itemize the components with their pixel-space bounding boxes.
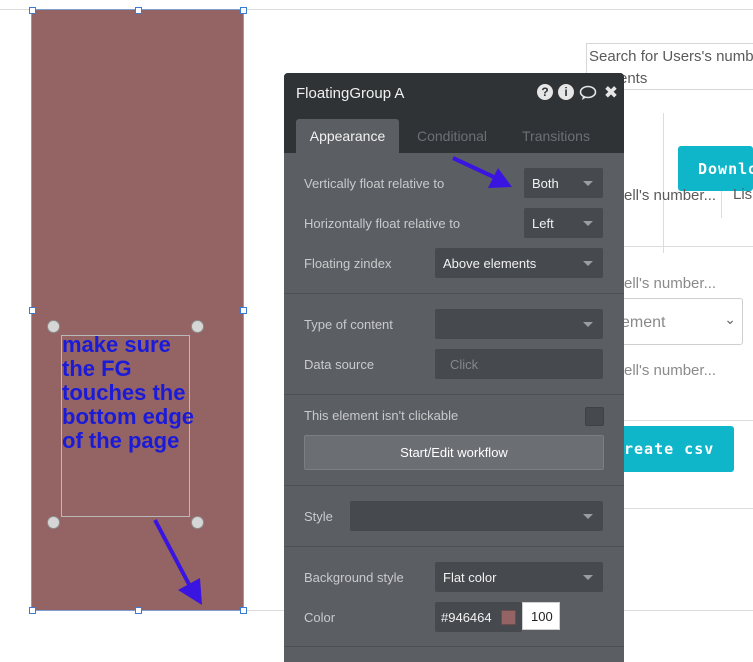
data-source-placeholder: Click — [450, 356, 479, 372]
download-button[interactable]: Downlo — [678, 146, 753, 191]
create-csv-button[interactable]: reate csv — [612, 426, 734, 472]
color-swatch — [500, 609, 516, 625]
horizontal-float-value: Left — [532, 215, 554, 231]
horizontal-float-label: Horizontally float relative to — [304, 216, 461, 231]
not-clickable-label: This element isn't clickable — [304, 408, 459, 423]
opacity-input[interactable]: 100 — [522, 602, 560, 630]
chevron-down-icon — [583, 181, 593, 186]
data-source-label: Data source — [304, 357, 375, 372]
tab-conditional[interactable]: Conditional — [402, 119, 502, 153]
resize-handle[interactable] — [29, 607, 36, 614]
search-text: Search for Users's numb — [589, 48, 753, 65]
style-label: Style — [304, 509, 333, 524]
cell-number-input[interactable]: ell's number... — [624, 275, 716, 292]
start-edit-workflow-button[interactable]: Start/Edit workflow — [304, 435, 604, 470]
arrow-icon — [452, 156, 512, 188]
resize-handle[interactable] — [29, 7, 36, 14]
background-style-value: Flat color — [443, 569, 497, 585]
arrow-icon — [153, 519, 202, 605]
canvas-divider — [624, 508, 753, 509]
section-divider — [284, 646, 624, 647]
tab-appearance[interactable]: Appearance — [296, 119, 399, 153]
color-hex-value: #946464 — [441, 609, 492, 625]
vertical-float-value: Both — [532, 175, 559, 191]
tab-transitions[interactable]: Transitions — [506, 119, 606, 153]
floating-zindex-select[interactable]: Above elements — [435, 248, 603, 278]
resize-handle[interactable] — [29, 307, 36, 314]
canvas-divider — [624, 420, 753, 421]
chevron-down-icon — [583, 575, 593, 580]
data-source-input[interactable]: Click — [435, 349, 603, 379]
download-button-label: Downlo — [698, 159, 753, 178]
close-icon[interactable]: ✖ — [602, 83, 620, 102]
text-resize-handle[interactable] — [47, 320, 60, 333]
info-icon[interactable]: i — [558, 84, 574, 100]
canvas-divider — [663, 113, 664, 253]
list-label: Lis — [733, 186, 753, 203]
content-type-select[interactable] — [435, 309, 603, 339]
tab-bar: Appearance Conditional Transitions — [284, 113, 624, 153]
section-divider — [284, 546, 624, 547]
chevron-down-icon — [583, 261, 593, 266]
text-resize-handle[interactable] — [47, 516, 60, 529]
chevron-down-icon — [583, 221, 593, 226]
not-clickable-checkbox[interactable] — [585, 407, 604, 426]
panel-header: FloatingGroup A ? i ✖ — [284, 73, 624, 113]
panel-title: FloatingGroup A — [296, 84, 405, 102]
help-icon[interactable]: ? — [537, 84, 553, 100]
opacity-value: 100 — [531, 608, 553, 624]
background-style-select[interactable]: Flat color — [435, 562, 603, 592]
create-csv-button-label: reate csv — [624, 440, 715, 458]
floating-group-a[interactable] — [31, 9, 244, 611]
resize-handle[interactable] — [240, 7, 247, 14]
section-divider — [284, 394, 624, 395]
comment-icon[interactable] — [579, 84, 597, 102]
color-picker[interactable]: #946464 — [435, 602, 522, 632]
chevron-down-icon — [583, 514, 593, 519]
element-dropdown-value: ement — [621, 314, 666, 331]
cell-number-input[interactable]: ell's number... — [624, 362, 716, 379]
content-type-label: Type of content — [304, 317, 393, 332]
start-edit-workflow-label: Start/Edit workflow — [400, 445, 508, 460]
color-label: Color — [304, 610, 336, 625]
vertical-float-select[interactable]: Both — [524, 168, 603, 198]
canvas-divider — [624, 246, 753, 247]
annotation-text: make sure the FG touches the bottom edge… — [62, 332, 194, 453]
resize-handle[interactable] — [240, 607, 247, 614]
section-divider — [284, 485, 624, 486]
text-resize-handle[interactable] — [191, 320, 204, 333]
resize-handle[interactable] — [240, 307, 247, 314]
chevron-down-icon: ⌄ — [724, 311, 736, 327]
section-divider — [284, 293, 624, 294]
chevron-down-icon — [583, 322, 593, 327]
style-select[interactable] — [350, 501, 603, 531]
floating-zindex-value: Above elements — [443, 255, 537, 271]
cell-number-input[interactable]: ell's number... — [624, 187, 716, 204]
background-style-label: Background style — [304, 570, 404, 585]
floating-zindex-label: Floating zindex — [304, 256, 392, 271]
horizontal-float-select[interactable]: Left — [524, 208, 603, 238]
vertical-float-label: Vertically float relative to — [304, 176, 445, 191]
resize-handle[interactable] — [135, 7, 142, 14]
